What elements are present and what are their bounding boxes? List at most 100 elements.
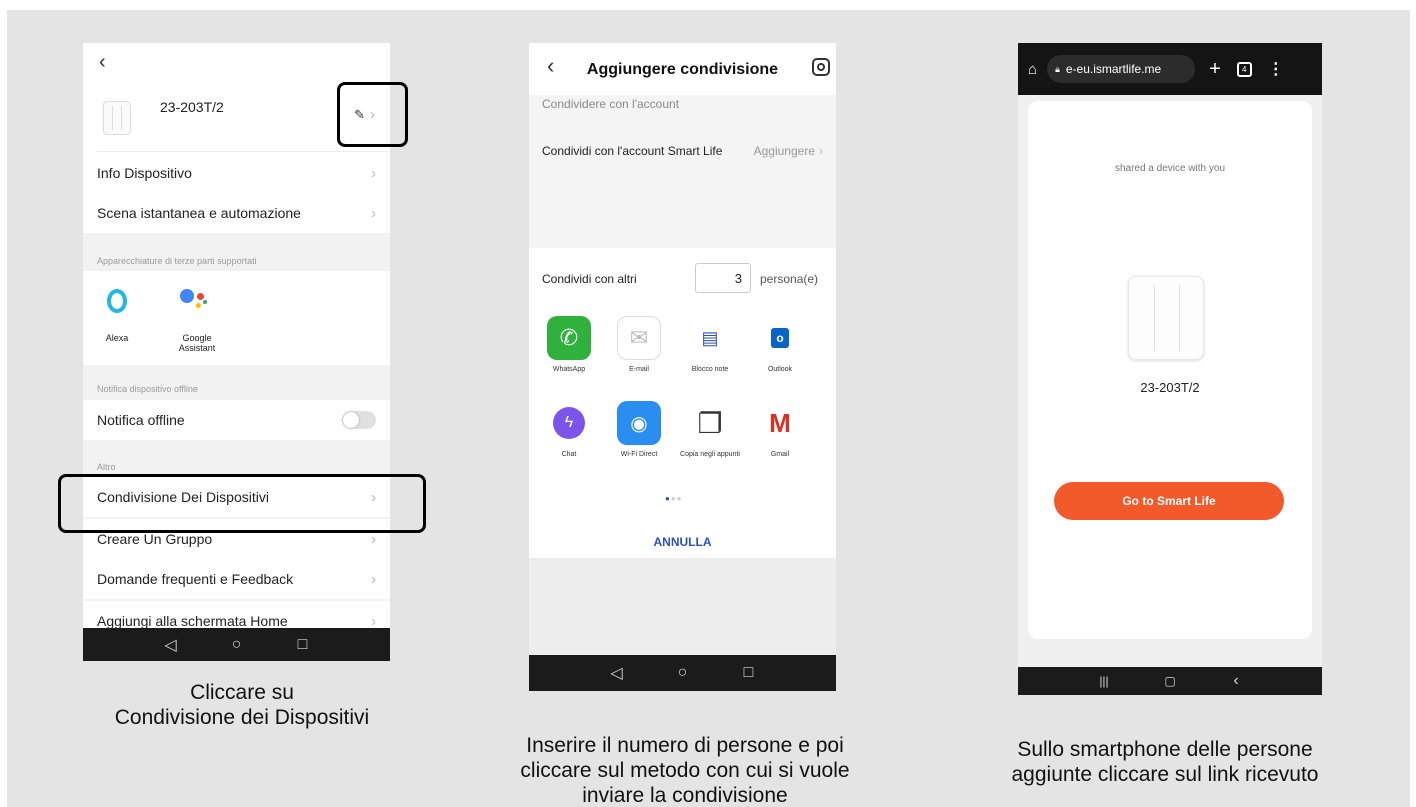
outlook-icon: o <box>758 316 802 360</box>
share-email[interactable]: ✉ E-mail <box>609 316 669 373</box>
add-link[interactable]: Aggiungere <box>754 144 815 158</box>
browser-toolbar: ⌂ 🔒︎ e-eu.ismartlife.me + 4 ⋮ <box>1018 43 1322 95</box>
caption-line: Condivisione dei Dispositivi <box>114 706 370 729</box>
recents-nav-icon[interactable]: □ <box>270 636 336 654</box>
share-gmail[interactable]: M Gmail <box>750 401 810 458</box>
shared-text: shared a device with you <box>1114 163 1226 174</box>
section-label-account: Condividere con l'account <box>542 97 680 111</box>
share-wifi-direct[interactable]: ◉ Wi-Fi Direct <box>609 401 669 458</box>
caption-step-3: Sullo smartphone delle persone aggiunte … <box>965 737 1365 787</box>
share-copy[interactable]: ❐ Copia negli appunti <box>680 401 740 459</box>
offline-toggle[interactable] <box>342 411 376 429</box>
lock-icon: 🔒︎ <box>1055 63 1060 74</box>
caption-line: aggiunte cliccare sul link ricevuto <box>1011 763 1319 786</box>
caption-line: Cliccare su <box>190 681 294 704</box>
person-count-input[interactable]: 3 <box>695 263 751 293</box>
caption-step-2: Inserire il numero di persone e poi clic… <box>470 733 900 807</box>
chevron-right-icon: › <box>371 612 376 630</box>
menu-icon[interactable]: ⋮ <box>1268 59 1284 79</box>
row-scene-automation[interactable]: Scena istantanea e automazione › <box>83 193 390 233</box>
share-outlook[interactable]: o Outlook <box>750 316 810 373</box>
caption-line: inviare la condivisione <box>582 784 788 807</box>
phone-add-sharing: ‹ Aggiungere condivisione Condividere co… <box>529 43 836 691</box>
divider <box>97 151 390 152</box>
home-nav-icon[interactable]: ○ <box>204 636 270 654</box>
row-info-dispositivo[interactable]: Info Dispositivo › <box>83 153 390 193</box>
row-label: Scena istantanea e automazione <box>97 205 301 221</box>
caption-line: cliccare sul metodo con cui si vuole <box>520 759 850 782</box>
home-icon[interactable]: ⌂ <box>1028 61 1037 78</box>
section-label-other: Altro <box>97 462 116 472</box>
url-bar[interactable]: 🔒︎ e-eu.ismartlife.me <box>1047 55 1196 83</box>
alexa-icon[interactable] <box>107 289 127 313</box>
recents-nav-icon[interactable]: ||| <box>1071 674 1137 688</box>
highlight-sharing-box <box>58 474 426 533</box>
google-assistant-label: Google Assistant <box>178 333 216 353</box>
share-notes[interactable]: ▤ Blocco note <box>680 316 740 373</box>
app-label: Outlook <box>767 366 793 373</box>
notes-icon: ▤ <box>688 316 732 360</box>
home-nav-icon[interactable]: ▢ <box>1137 674 1203 688</box>
recents-nav-icon[interactable]: □ <box>716 664 782 682</box>
title-bar: ‹ Aggiungere condivisione <box>529 43 836 95</box>
device-name: 23-203T/2 <box>160 99 224 115</box>
row-label: Domande frequenti e Feedback <box>97 571 294 587</box>
row-share-account[interactable]: Condividi con l'account Smart Life Aggiu… <box>529 131 836 171</box>
app-label: Blocco note <box>691 366 729 373</box>
tab-count-icon[interactable]: 4 <box>1236 61 1252 77</box>
cancel-button[interactable]: ANNULLA <box>529 535 836 549</box>
share-sheet: Condividi con altri 3 persona(e) ✆ Whats… <box>529 248 836 558</box>
alexa-label: Alexa <box>105 333 129 343</box>
phone-browser-shared: ⌂ 🔒︎ e-eu.ismartlife.me + 4 ⋮ shared a d… <box>1018 43 1322 695</box>
messenger-icon: ϟ <box>547 401 591 445</box>
caption-line: Sullo smartphone delle persone <box>1017 738 1313 761</box>
url-text: e-eu.ismartlife.me <box>1065 62 1162 76</box>
count-unit: persona(e) <box>760 272 819 286</box>
new-tab-icon[interactable]: + <box>1209 58 1221 81</box>
android-navbar: ◁ ○ □ <box>83 628 390 661</box>
row-faq-feedback[interactable]: Domande frequenti e Feedback › <box>83 559 390 599</box>
row-label: Condividi con l'account Smart Life <box>542 144 723 158</box>
back-icon[interactable]: ‹ <box>99 51 106 74</box>
chevron-right-icon: › <box>371 570 376 588</box>
settings-icon[interactable] <box>812 58 830 76</box>
go-to-smart-life-button[interactable]: Go to Smart Life <box>1054 482 1284 520</box>
page-title: Aggiungere condivisione <box>586 61 779 78</box>
device-name: 23-203T/2 <box>1140 380 1200 395</box>
wifi-direct-icon: ◉ <box>617 401 661 445</box>
whatsapp-icon: ✆ <box>547 316 591 360</box>
app-label: Chat <box>561 451 577 458</box>
chevron-right-icon: › <box>371 204 376 222</box>
share-whatsapp[interactable]: ✆ WhatsApp <box>539 316 599 373</box>
device-thumbnail-icon <box>103 101 131 135</box>
section-label-offline: Notifica dispositivo offline <box>97 384 198 394</box>
app-label: Gmail <box>770 451 790 458</box>
row-label: Creare Un Gruppo <box>97 531 213 547</box>
gmail-icon: M <box>758 401 802 445</box>
app-label: WhatsApp <box>552 366 586 373</box>
caption-line: Inserire il numero di persone e poi <box>526 734 844 757</box>
page-dots: ●●● <box>665 494 683 503</box>
row-offline-notification: Notifica offline <box>83 400 390 440</box>
chevron-right-icon: › <box>371 530 376 548</box>
shared-device-card: shared a device with you 23-203T/2 Go to… <box>1028 101 1312 639</box>
app-label: Copia negli appunti <box>680 451 740 458</box>
back-nav-icon[interactable]: ◁ <box>138 635 204 655</box>
caption-step-1: Cliccare su Condivisione dei Dispositivi <box>82 680 402 730</box>
share-chat[interactable]: ϟ Chat <box>539 401 599 458</box>
row-label: Info Dispositivo <box>97 165 192 181</box>
chevron-right-icon: › <box>819 144 823 158</box>
section-label-third-party: Apparecchiature di terze parti supportat… <box>97 256 257 266</box>
app-label: Wi-Fi Direct <box>620 451 658 458</box>
app-label: E-mail <box>629 366 649 373</box>
assistants-section: Alexa Google Assistant <box>83 271 390 365</box>
home-nav-icon[interactable]: ○ <box>650 664 716 682</box>
back-nav-icon[interactable]: ‹ <box>1203 672 1269 690</box>
google-assistant-icon[interactable] <box>178 287 212 317</box>
back-nav-icon[interactable]: ◁ <box>584 663 650 683</box>
android-navbar: ||| ▢ ‹ <box>1018 667 1322 695</box>
email-icon: ✉ <box>617 316 661 360</box>
chevron-right-icon: › <box>371 164 376 182</box>
android-navbar: ◁ ○ □ <box>529 655 836 691</box>
row-label: Aggiungi alla schermata Home <box>97 613 288 629</box>
